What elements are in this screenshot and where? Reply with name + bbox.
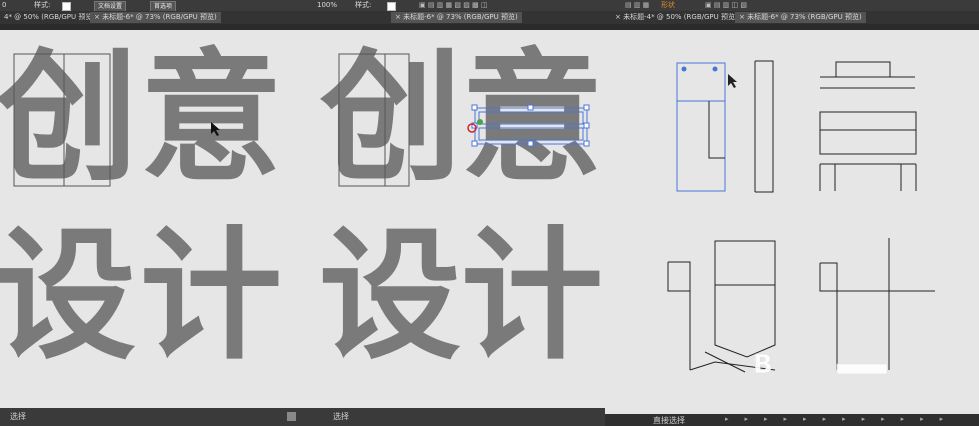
tab-document-6[interactable]: × 未标题-6* @ 73% (RGB/GPU 预览) xyxy=(735,12,866,23)
status-bar: 选择 xyxy=(315,408,605,426)
align-icons[interactable]: ▤ ▥ ▦ xyxy=(625,1,649,10)
status-text: 选择 xyxy=(333,412,349,421)
artboard-canvas[interactable]: 创 意 设 计 xyxy=(0,30,315,408)
artboard-canvas[interactable]: 创 意 设 计 xyxy=(315,30,605,408)
anchor-point-marker xyxy=(477,119,483,125)
control-bar: 100% 样式: ▣ ▤ ▥ ▦ ▧ ▨ ▩ ◫ xyxy=(315,0,605,11)
status-bar: 直接选择 ▸▸▸▸▸▸▸▸▸▸▸▸ xyxy=(605,414,979,426)
selected-path-lower[interactable] xyxy=(478,127,584,141)
shape-menu[interactable]: 形状 xyxy=(661,1,675,10)
artboard-canvas[interactable]: B xyxy=(605,30,979,414)
nav-arrow-icons[interactable]: ▸▸▸▸▸▸▸▸▸▸▸▸ xyxy=(725,415,959,424)
tab-document-6[interactable]: × 未标题-6* @ 73% (RGB/GPU 预览) xyxy=(391,12,522,23)
control-bar: ▤ ▥ ▦ 形状 ▣ ▤ ▥ ◫ ▧ xyxy=(605,0,979,11)
svg-text:B: B xyxy=(753,350,773,380)
outline-rect-b xyxy=(384,53,410,187)
cursor-arrow-icon xyxy=(728,74,737,88)
control-bar: 0 样式: 文档设置 首选项 xyxy=(0,0,315,12)
outline-rect-a xyxy=(13,53,65,187)
outlined-paths: B xyxy=(667,60,935,380)
path-yi[interactable] xyxy=(819,61,917,191)
style-swatch[interactable] xyxy=(62,2,71,11)
status-bar: 选择 xyxy=(0,408,315,426)
watermark-logo-icon: B xyxy=(753,350,888,380)
status-text: 直接选择 xyxy=(653,416,685,425)
document-tab-bar: 4* @ 50% (RGB/GPU 预览) × 未标题-6* @ 73% (RG… xyxy=(0,11,315,24)
outline-rect-b xyxy=(63,53,111,187)
selection-overlay xyxy=(338,53,590,187)
style-label: 样式: xyxy=(34,1,51,9)
cursor-arrow-icon xyxy=(211,122,220,136)
illustrator-window-right: ▤ ▥ ▦ 形状 ▣ ▤ ▥ ◫ ▧ × 未标题-4* @ 50% (RGB/G… xyxy=(605,0,979,426)
path-chuang[interactable] xyxy=(676,60,774,193)
illustrator-window-middle: 100% 样式: ▣ ▤ ▥ ▦ ▧ ▨ ▩ ◫ × 未标题-6* @ 73% … xyxy=(315,0,605,426)
selection-outlines xyxy=(13,53,220,187)
illustrator-window-left: 0 样式: 文档设置 首选项 4* @ 50% (RGB/GPU 预览) × 未… xyxy=(0,0,315,426)
zoom-value[interactable]: 0 xyxy=(2,1,6,10)
style-label: 样式: xyxy=(355,1,372,9)
tab-document-6[interactable]: × 未标题-6* @ 73% (RGB/GPU 预览) xyxy=(90,12,221,23)
style-swatch[interactable] xyxy=(387,2,396,11)
status-text: 选择 xyxy=(10,412,26,421)
zoom-value[interactable]: 100% xyxy=(317,1,337,10)
align-icons[interactable]: ▣ ▤ ▥ ▦ ▧ ▨ ▩ ◫ xyxy=(419,1,488,10)
selected-path-upper[interactable] xyxy=(478,111,584,125)
document-tab-bar: × 未标题-4* @ 50% (RGB/GPU 预览) × 未标题-6* @ 7… xyxy=(605,11,979,24)
selection-bounding-box[interactable] xyxy=(474,107,588,145)
tab-document-4[interactable]: 4* @ 50% (RGB/GPU 预览) xyxy=(0,12,99,23)
path-ji[interactable] xyxy=(819,238,935,370)
tool-icons[interactable]: ▣ ▤ ▥ ◫ ▧ xyxy=(705,1,747,10)
tab-document-4[interactable]: × 未标题-4* @ 50% (RGB/GPU 预览) xyxy=(611,12,742,23)
document-tab-bar: × 未标题-6* @ 73% (RGB/GPU 预览) xyxy=(315,11,605,24)
outline-rect-a xyxy=(338,53,386,187)
scroll-handle[interactable] xyxy=(287,412,296,421)
